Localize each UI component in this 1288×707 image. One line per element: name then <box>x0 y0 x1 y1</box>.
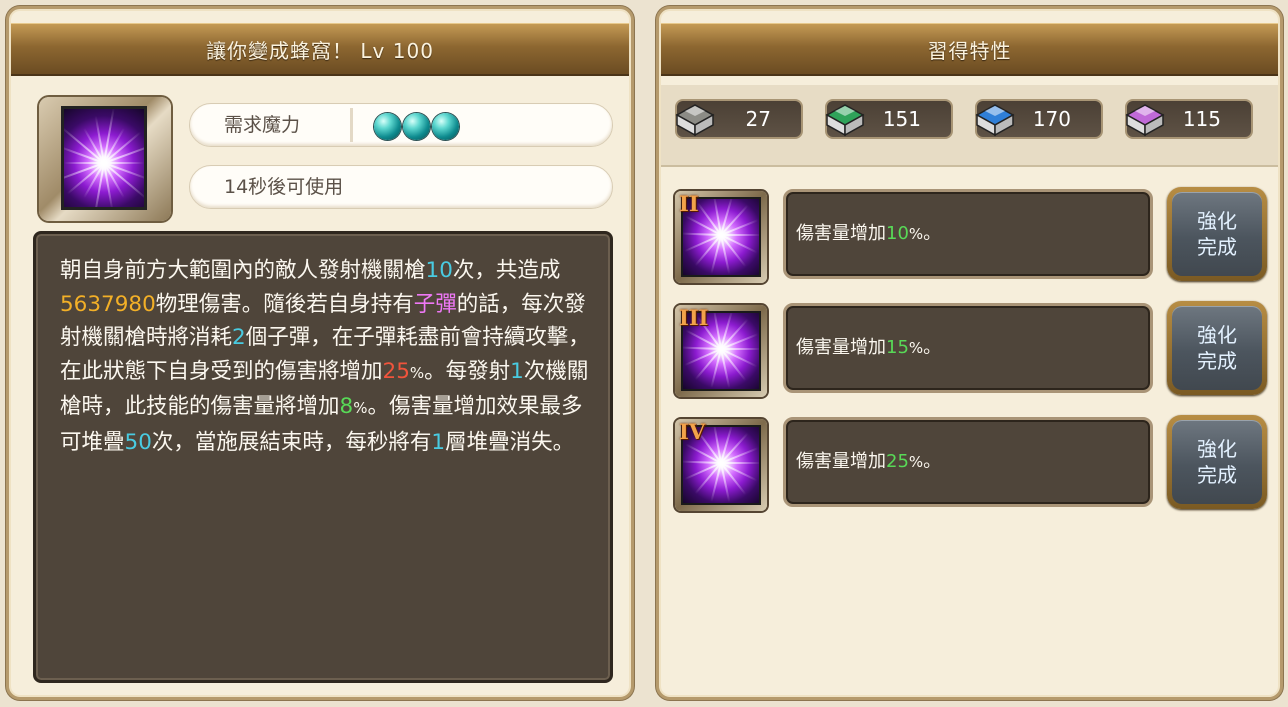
highlight-value: 25 <box>382 358 410 384</box>
trait-tier-label: IV <box>679 419 706 444</box>
button-face: 強化 完成 <box>1172 192 1262 276</box>
resource-counter: 27 <box>675 99 803 139</box>
description-text: 次，共造成 <box>452 258 561 283</box>
pink-book-icon <box>1121 95 1167 141</box>
enhance-complete-button[interactable]: 強化 完成 <box>1167 415 1267 509</box>
resource-count: 27 <box>745 107 771 131</box>
description-text: 次，當施展結束時，每秒將有 <box>151 429 432 455</box>
mana-orb-icon <box>374 113 401 140</box>
trait-text-end: 。 <box>923 223 942 244</box>
trait-text: 傷害量增加 <box>796 223 886 244</box>
mana-orb-icon <box>403 113 430 140</box>
highlight-value: 50 <box>124 429 152 455</box>
button-label: 強化 <box>1197 437 1237 461</box>
learned-traits-panel: 習得特性 27 151 170 115 II 傷害量增加10%。 強化 完成 III 傷害量增加… <box>656 6 1283 700</box>
percent-sign: % <box>908 225 924 243</box>
trait-value: 10 <box>886 223 909 244</box>
machine-gun-burst-icon <box>61 106 147 210</box>
trait-description-box: 傷害量增加15%。 <box>783 303 1153 393</box>
trait-value: 25 <box>886 451 909 472</box>
description-text: 朝自身前方大範圍內的敵人發射機關槍 <box>60 258 426 283</box>
skill-icon-frame <box>39 97 171 221</box>
highlight-value: 5637980 <box>60 291 156 317</box>
skill-detail-panel: 讓你變成蜂窩！ Lv 100 需求魔力 14秒後可使用 朝自身前方大範圍內的敵人… <box>6 6 634 700</box>
percent-sign: % <box>908 453 924 471</box>
highlight-value: 1 <box>510 358 524 384</box>
button-label: 強化 <box>1197 209 1237 233</box>
resource-counter: 115 <box>1125 99 1253 139</box>
resource-count: 151 <box>882 107 921 131</box>
resource-counter: 151 <box>825 99 953 139</box>
trait-text-end: 。 <box>923 451 942 472</box>
highlight-value: 2 <box>232 325 246 350</box>
cooldown-text: 14秒後可使用 <box>224 176 344 198</box>
trait-tier-label: II <box>679 191 699 216</box>
description-text: 。每發射 <box>424 358 511 384</box>
trait-row: IV 傷害量增加25%。 強化 完成 <box>675 413 1269 511</box>
button-face: 強化 完成 <box>1172 306 1262 390</box>
highlight-value: 1 <box>431 429 446 455</box>
description-text: 物理傷害。隨後若自身持有 <box>155 291 414 317</box>
trait-description-box: 傷害量增加10%。 <box>783 189 1153 279</box>
trait-value: 15 <box>886 337 909 358</box>
mana-orbs <box>374 113 459 140</box>
trait-skill-icon: IV <box>675 419 767 511</box>
trait-skill-icon: II <box>675 191 767 283</box>
percent-sign: % <box>908 339 924 357</box>
trait-text-end: 。 <box>923 337 942 358</box>
mana-orb-icon <box>432 113 459 140</box>
blue-book-icon <box>971 95 1017 141</box>
highlight-value: % <box>409 363 425 382</box>
resource-count: 115 <box>1182 107 1221 131</box>
trait-description: 傷害量增加15%。 <box>796 306 941 390</box>
divider <box>350 108 353 142</box>
button-label: 完成 <box>1197 349 1237 373</box>
trait-text: 傷害量增加 <box>796 337 886 358</box>
resource-counter: 170 <box>975 99 1103 139</box>
skill-description: 朝自身前方大範圍內的敵人發射機關槍10次，共造成 5637980物理傷害。隨後若自… <box>60 254 596 459</box>
button-label: 完成 <box>1197 235 1237 259</box>
cooldown-status: 14秒後可使用 <box>189 165 613 209</box>
highlight-value: % <box>353 399 368 417</box>
enhance-complete-button[interactable]: 強化 完成 <box>1167 301 1267 395</box>
gray-book-icon <box>671 95 717 141</box>
trait-description: 傷害量增加10%。 <box>796 192 941 276</box>
trait-text: 傷害量增加 <box>796 451 886 472</box>
trait-row: II 傷害量增加10%。 強化 完成 <box>675 185 1269 283</box>
trait-tier-label: III <box>679 305 709 330</box>
resource-bar: 27 151 170 115 <box>661 85 1278 167</box>
button-label: 完成 <box>1197 463 1237 487</box>
highlight-value: 子彈 <box>413 291 457 317</box>
button-face: 強化 完成 <box>1172 420 1262 504</box>
resource-count: 170 <box>1032 107 1071 131</box>
trait-row: III 傷害量增加15%。 強化 完成 <box>675 299 1269 397</box>
trait-description: 傷害量增加25%。 <box>796 420 941 504</box>
skill-title: 讓你變成蜂窩！ Lv 100 <box>11 23 629 76</box>
trait-description-box: 傷害量增加25%。 <box>783 417 1153 507</box>
highlight-value: 10 <box>425 258 453 283</box>
skill-description-box: 朝自身前方大範圍內的敵人發射機關槍10次，共造成 5637980物理傷害。隨後若自… <box>33 231 613 683</box>
enhance-complete-button[interactable]: 強化 完成 <box>1167 187 1267 281</box>
trait-skill-icon: III <box>675 305 767 397</box>
mana-requirement: 需求魔力 <box>189 103 613 147</box>
mana-label: 需求魔力 <box>224 114 301 136</box>
green-book-icon <box>821 95 867 141</box>
button-label: 強化 <box>1197 323 1237 347</box>
traits-title: 習得特性 <box>661 23 1278 76</box>
highlight-value: 8 <box>339 394 354 419</box>
description-text: 層堆疊消失。 <box>445 429 575 455</box>
